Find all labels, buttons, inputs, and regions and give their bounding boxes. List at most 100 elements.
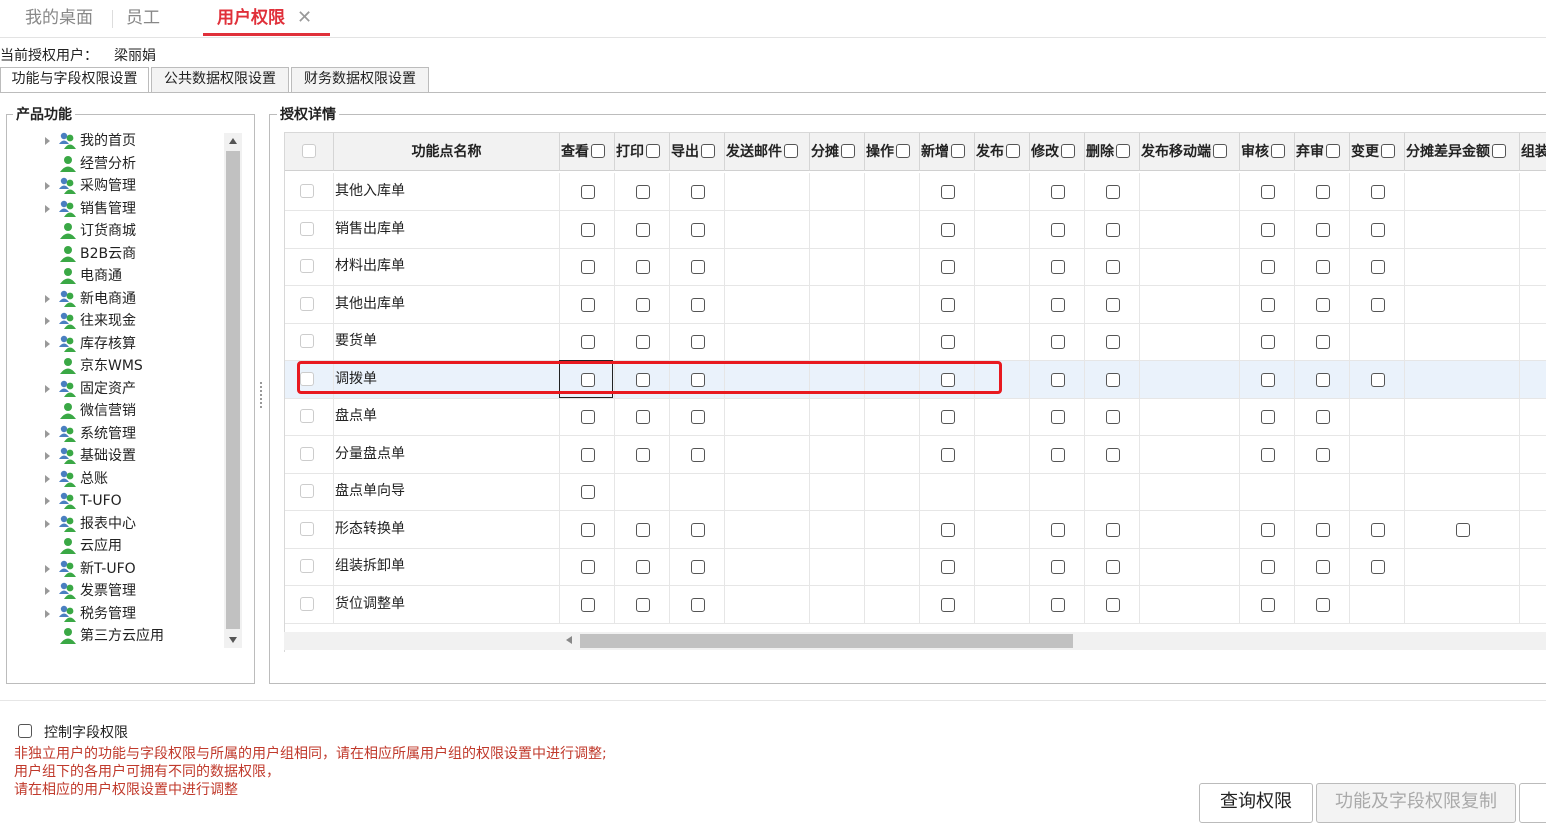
permission-checkbox[interactable]: [1455, 522, 1470, 537]
permission-checkbox[interactable]: [1105, 522, 1120, 537]
permission-checkbox[interactable]: [1050, 297, 1065, 312]
column-select-checkbox[interactable]: [1213, 144, 1227, 158]
permission-checkbox[interactable]: [580, 485, 595, 499]
permission-checkbox[interactable]: [580, 185, 595, 199]
permission-checkbox[interactable]: [580, 560, 595, 574]
expand-arrow-icon[interactable]: [43, 130, 53, 152]
permission-checkbox[interactable]: [580, 260, 595, 274]
permission-checkbox[interactable]: [1260, 372, 1275, 387]
expand-arrow-icon[interactable]: [43, 175, 53, 197]
permission-checkbox[interactable]: [1370, 522, 1385, 537]
permission-checkbox[interactable]: [690, 222, 705, 237]
permission-checkbox[interactable]: [1315, 597, 1330, 612]
permission-checkbox[interactable]: [1050, 447, 1065, 462]
table-row[interactable]: 货位调整单: [285, 585, 1546, 624]
permission-checkbox[interactable]: [1370, 297, 1385, 312]
permission-checkbox[interactable]: [580, 222, 595, 237]
grid-scrollbar-thumb[interactable]: [580, 634, 1073, 648]
table-row[interactable]: 盘点单: [285, 398, 1546, 436]
permission-checkbox[interactable]: [1260, 222, 1275, 237]
permission-checkbox[interactable]: [635, 447, 650, 462]
permission-checkbox[interactable]: [1105, 410, 1120, 424]
table-row[interactable]: 要货单: [285, 323, 1546, 361]
permission-checkbox[interactable]: [690, 335, 705, 349]
permission-checkbox[interactable]: [635, 410, 650, 424]
permission-checkbox[interactable]: [635, 522, 650, 537]
column-select-checkbox[interactable]: [951, 144, 965, 158]
permission-checkbox[interactable]: [1260, 522, 1275, 537]
subtab-public-data[interactable]: 公共数据权限设置: [151, 67, 289, 92]
tree-scrollbar-thumb[interactable]: [226, 151, 240, 629]
permission-checkbox[interactable]: [580, 410, 595, 424]
permission-checkbox[interactable]: [1370, 185, 1385, 199]
expand-arrow-icon[interactable]: [43, 333, 53, 355]
column-select-checkbox[interactable]: [1061, 144, 1075, 158]
permission-checkbox[interactable]: [1105, 447, 1120, 462]
permission-checkbox[interactable]: [690, 522, 705, 537]
column-select-checkbox[interactable]: [646, 144, 660, 158]
expand-arrow-icon[interactable]: [43, 198, 53, 220]
permission-checkbox[interactable]: [1315, 335, 1330, 349]
column-select-checkbox[interactable]: [1492, 144, 1506, 158]
permission-checkbox[interactable]: [1315, 260, 1330, 274]
close-icon[interactable]: ✕: [297, 7, 312, 28]
column-select-checkbox[interactable]: [784, 144, 798, 158]
expand-arrow-icon[interactable]: [43, 423, 53, 445]
column-select-checkbox[interactable]: [1116, 144, 1130, 158]
permission-checkbox[interactable]: [1315, 410, 1330, 424]
query-permission-button[interactable]: 查询权限: [1199, 783, 1313, 823]
expand-arrow-icon[interactable]: [43, 378, 53, 400]
row-select-checkbox[interactable]: [300, 446, 314, 461]
permission-checkbox[interactable]: [635, 260, 650, 274]
control-field-checkbox[interactable]: [18, 724, 32, 738]
row-select-checkbox[interactable]: [300, 296, 314, 311]
select-all-checkbox[interactable]: [302, 144, 316, 158]
permission-checkbox[interactable]: [1105, 222, 1120, 237]
table-row[interactable]: 其他出库单: [285, 285, 1546, 324]
column-select-checkbox[interactable]: [1381, 144, 1395, 158]
permission-checkbox[interactable]: [580, 522, 595, 537]
row-select-checkbox[interactable]: [300, 484, 314, 498]
permission-checkbox[interactable]: [690, 447, 705, 462]
permission-checkbox[interactable]: [635, 597, 650, 612]
tab-desktop[interactable]: 我的桌面: [25, 6, 93, 32]
permission-checkbox[interactable]: [1315, 522, 1330, 537]
scroll-down-icon[interactable]: [224, 632, 242, 648]
permission-checkbox[interactable]: [1260, 335, 1275, 349]
tab-staff[interactable]: 员工: [126, 6, 160, 32]
permission-checkbox[interactable]: [1050, 260, 1065, 274]
permission-checkbox[interactable]: [1050, 560, 1065, 574]
permission-checkbox[interactable]: [580, 447, 595, 462]
permission-checkbox[interactable]: [1105, 560, 1120, 574]
permission-checkbox[interactable]: [690, 597, 705, 612]
row-select-checkbox[interactable]: [300, 221, 314, 236]
permission-checkbox[interactable]: [1315, 447, 1330, 462]
permission-checkbox[interactable]: [1370, 260, 1385, 274]
permission-checkbox[interactable]: [635, 185, 650, 199]
permission-checkbox[interactable]: [1315, 372, 1330, 387]
permission-checkbox[interactable]: [940, 410, 955, 424]
permission-checkbox[interactable]: [1105, 297, 1120, 312]
subtab-finance-data[interactable]: 财务数据权限设置: [291, 67, 429, 92]
permission-checkbox[interactable]: [1260, 410, 1275, 424]
permission-checkbox[interactable]: [940, 335, 955, 349]
permission-checkbox[interactable]: [1315, 185, 1330, 199]
table-row[interactable]: 分量盘点单: [285, 435, 1546, 474]
row-select-checkbox[interactable]: [300, 521, 314, 536]
permission-checkbox[interactable]: [940, 222, 955, 237]
permission-checkbox[interactable]: [690, 410, 705, 424]
permission-checkbox[interactable]: [940, 560, 955, 574]
expand-arrow-icon[interactable]: [43, 310, 53, 332]
row-select-checkbox[interactable]: [300, 559, 314, 573]
row-select-checkbox[interactable]: [300, 259, 314, 273]
permission-checkbox[interactable]: [1050, 372, 1065, 387]
permission-checkbox[interactable]: [580, 297, 595, 312]
permission-checkbox[interactable]: [940, 260, 955, 274]
permission-checkbox[interactable]: [940, 447, 955, 462]
permission-checkbox[interactable]: [1105, 185, 1120, 199]
permission-checkbox[interactable]: [1260, 185, 1275, 199]
table-row[interactable]: 材料出库单: [285, 248, 1546, 286]
permission-checkbox[interactable]: [1050, 185, 1065, 199]
row-select-checkbox[interactable]: [300, 334, 314, 348]
expand-arrow-icon[interactable]: [43, 445, 53, 467]
